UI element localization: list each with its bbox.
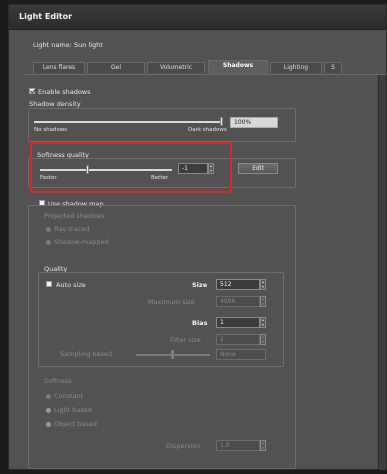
shadow-mapped-label: Shadow-mapped — [54, 238, 109, 246]
bias-field[interactable]: 1 — [216, 317, 260, 328]
light-based-label: Light based — [54, 406, 92, 414]
dispersion-label: Dispersion — [166, 442, 201, 450]
tab-label: Lens flares — [42, 64, 76, 71]
tab-divider — [25, 74, 386, 75]
auto-size-checkbox[interactable] — [46, 281, 52, 287]
dispersion-field[interactable]: 1.0 — [216, 440, 260, 451]
size-field[interactable]: 512 — [216, 279, 260, 290]
bias-label: Bias — [192, 319, 208, 327]
tab-label: S — [331, 64, 335, 71]
tab-lighting[interactable]: Lighting — [270, 62, 322, 73]
softness-quality-value: -1 — [182, 165, 188, 172]
object-based-radio[interactable] — [46, 422, 51, 427]
title-bar[interactable]: Light Editor — [9, 5, 386, 30]
shadow-density-field[interactable]: 100% — [230, 117, 278, 128]
size-spinner[interactable] — [260, 279, 266, 290]
filter-size-spinner[interactable] — [260, 334, 266, 345]
softness-quality-field[interactable]: -1 — [178, 163, 208, 174]
softness-label: Softness — [44, 377, 72, 385]
sampling-based-label: Sampling based — [60, 350, 113, 358]
tab-label: Volumetric — [159, 64, 193, 71]
tab-strip: Lens flares Gel Volumetric Shadows Light… — [25, 60, 387, 74]
ray-traced-radio[interactable] — [46, 227, 51, 232]
shadow-density-slider-handle[interactable] — [220, 117, 223, 126]
dispersion-spinner[interactable] — [260, 440, 266, 451]
bias-value: 1 — [220, 319, 224, 326]
softness-quality-slider[interactable] — [40, 169, 172, 171]
tab-volumetric[interactable]: Volumetric — [147, 62, 205, 73]
maximum-size-field[interactable]: 4096 — [216, 296, 260, 307]
tab-label: Shadows — [222, 62, 254, 69]
ray-traced-label: Ray-traced — [54, 225, 90, 233]
tab-label: Gel — [110, 64, 121, 71]
tab-label: Lighting — [283, 64, 309, 71]
shadow-density-min-label: No shadows — [34, 127, 68, 133]
window-title: Light Editor — [19, 12, 73, 21]
sampling-field[interactable]: None — [216, 349, 266, 360]
softness-quality-min-label: Faster — [40, 175, 57, 181]
auto-size-label: Auto size — [56, 281, 86, 289]
maximum-size-spinner[interactable] — [260, 296, 266, 307]
projected-shadows-label: Projected shadows — [44, 212, 105, 220]
enable-shadows-checkbox[interactable] — [29, 88, 35, 94]
softness-quality-max-label: Better — [151, 175, 169, 181]
filter-size-field[interactable]: 2 — [216, 334, 260, 345]
shadow-mapped-radio[interactable] — [46, 240, 51, 245]
constant-label: Constant — [54, 392, 84, 400]
tab-gel[interactable]: Gel — [87, 62, 145, 73]
softness-edit-button[interactable]: Edit — [238, 163, 278, 174]
shadow-density-value: 100% — [234, 119, 252, 126]
dispersion-value: 1.0 — [220, 442, 230, 449]
shadow-density-slider[interactable] — [34, 121, 222, 123]
softness-quality-slider-handle[interactable] — [86, 165, 89, 174]
shadow-density-label: Shadow density — [29, 100, 81, 108]
sampling-value: None — [220, 351, 236, 358]
tab-shadows[interactable]: Shadows — [208, 60, 268, 74]
light-based-radio[interactable] — [46, 408, 51, 413]
filter-size-value: 2 — [220, 336, 224, 343]
enable-shadows-label: Enable shadows — [38, 88, 91, 96]
shadow-density-max-label: Dark shadows — [188, 127, 227, 133]
tab-lens-flares[interactable]: Lens flares — [33, 62, 85, 73]
sampling-slider-handle[interactable] — [171, 350, 174, 359]
panel-scrollbar[interactable] — [378, 75, 386, 470]
constant-radio[interactable] — [46, 394, 51, 399]
object-based-label: Object based — [54, 420, 97, 428]
size-label: Size — [192, 281, 208, 289]
maximum-size-value: 4096 — [220, 298, 236, 305]
bias-spinner[interactable] — [260, 317, 266, 328]
tab-more[interactable]: S — [324, 62, 342, 73]
edit-button-label: Edit — [252, 165, 264, 172]
maximum-size-label: Maximum size — [148, 298, 195, 306]
size-value: 512 — [220, 281, 232, 288]
light-name-label: Light name: Sun light — [33, 41, 103, 49]
softness-quality-spinner[interactable] — [208, 163, 214, 174]
filter-size-label: Filter size — [170, 336, 201, 344]
